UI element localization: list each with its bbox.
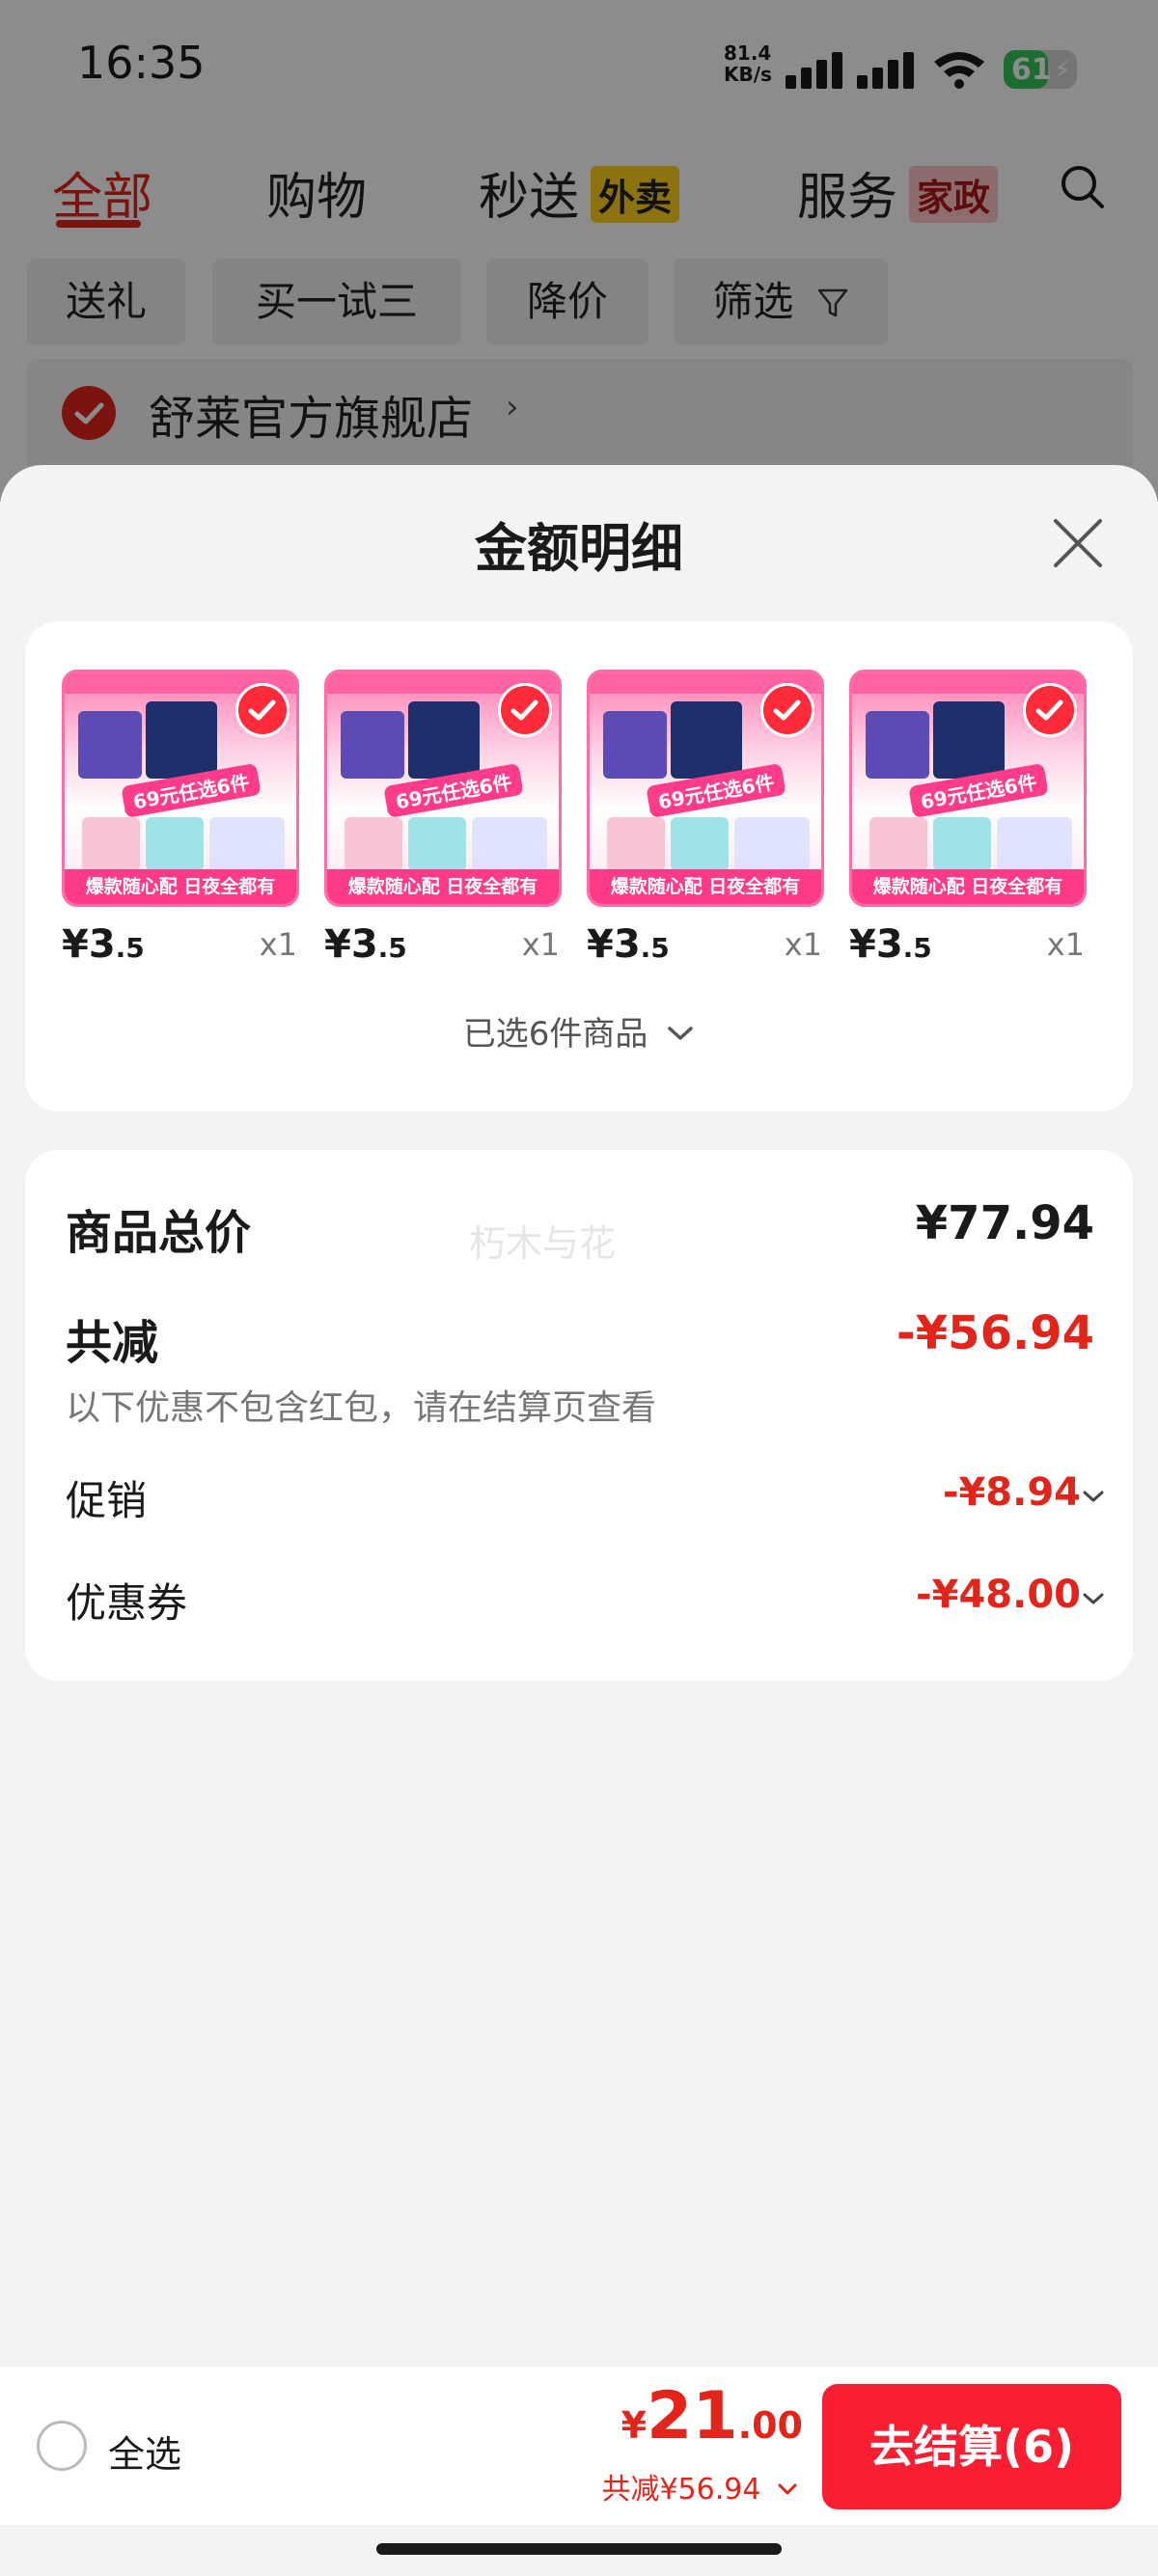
select-all-label[interactable]: 全选 <box>108 2425 181 2478</box>
selected-products-card: 69元任选6件 爆款随心配 日夜全都有 ¥3.5 x1 69元任选6件 爆款随心… <box>25 621 1133 1111</box>
price-decimal: .00 <box>737 2404 803 2447</box>
product-banner: 爆款随心配 日夜全都有 <box>65 869 296 904</box>
product-banner: 爆款随心配 日夜全都有 <box>590 869 821 904</box>
promo-label: 促销 <box>66 1477 148 1524</box>
product-qty: x1 <box>259 926 297 963</box>
chevron-down-icon <box>778 2483 797 2495</box>
select-all-radio[interactable] <box>37 2421 87 2471</box>
price-detail-card: 朽木与花 商品总价 ¥77.94 共减 -¥56.94 以下优惠不包含红包，请在… <box>25 1150 1133 1681</box>
final-price: ¥21.00 <box>621 2378 803 2454</box>
dim-overlay[interactable] <box>0 0 1158 502</box>
background-page: 16:35 81.4 KB/s 61 ⚡ 全部 购物 秒送 外卖 服务 家政 送… <box>0 0 1158 502</box>
discount-hint: 以下优惠不包含红包，请在结算页查看 <box>66 1388 657 1428</box>
product-banner: 爆款随心配 日夜全都有 <box>327 869 559 904</box>
product-price: ¥3.5 <box>587 922 670 967</box>
price-currency: ¥ <box>620 2404 648 2447</box>
watermark: 朽木与花 <box>469 1222 617 1265</box>
home-indicator <box>376 2543 782 2555</box>
product-check-icon[interactable] <box>1023 683 1077 737</box>
total-discount-toggle[interactable]: 共减¥56.94 <box>601 2465 799 2507</box>
promo-chevron-down-icon[interactable] <box>1081 1488 1106 1505</box>
price-integer: 21 <box>647 2378 738 2454</box>
selected-count-toggle[interactable]: 已选6件商品 <box>25 1007 1133 1055</box>
sheet-title: 金额明细 <box>475 518 683 579</box>
product-banner: 爆款随心配 日夜全都有 <box>852 869 1084 904</box>
product-price: ¥3.5 <box>62 922 145 967</box>
promo-value[interactable]: -¥8.94 <box>943 1470 1081 1515</box>
product-price: ¥3.5 <box>324 922 407 967</box>
product-check-icon[interactable] <box>235 683 290 737</box>
discount-label: 共减 <box>66 1316 159 1370</box>
product-qty: x1 <box>1046 926 1085 963</box>
product-qty: x1 <box>784 926 822 963</box>
amount-detail-sheet: 金额明细 69元任选6件 爆款随心配 日夜全都有 ¥3.5 x1 69元任选6件… <box>0 465 1158 2576</box>
coupon-chevron-down-icon[interactable] <box>1081 1590 1106 1607</box>
product-price: ¥3.5 <box>849 922 932 967</box>
checkout-bar: 全选 ¥21.00 共减¥56.94 去结算(6) <box>0 2366 1158 2525</box>
product-qty: x1 <box>521 926 560 963</box>
coupon-label: 优惠券 <box>66 1579 188 1627</box>
total-discount-text: 共减¥56.94 <box>601 2473 761 2507</box>
discount-value: -¥56.94 <box>896 1306 1094 1360</box>
checkout-button[interactable]: 去结算(6) <box>822 2384 1121 2509</box>
product-check-icon[interactable] <box>760 683 814 737</box>
total-price-label: 商品总价 <box>66 1206 252 1260</box>
product-check-icon[interactable] <box>498 683 552 737</box>
total-price-value: ¥77.94 <box>915 1196 1094 1250</box>
close-icon[interactable] <box>1050 515 1106 571</box>
chevron-down-icon <box>668 1027 693 1040</box>
coupon-value[interactable]: -¥48.00 <box>916 1573 1081 1617</box>
selected-count-label: 已选6件商品 <box>462 1015 648 1054</box>
